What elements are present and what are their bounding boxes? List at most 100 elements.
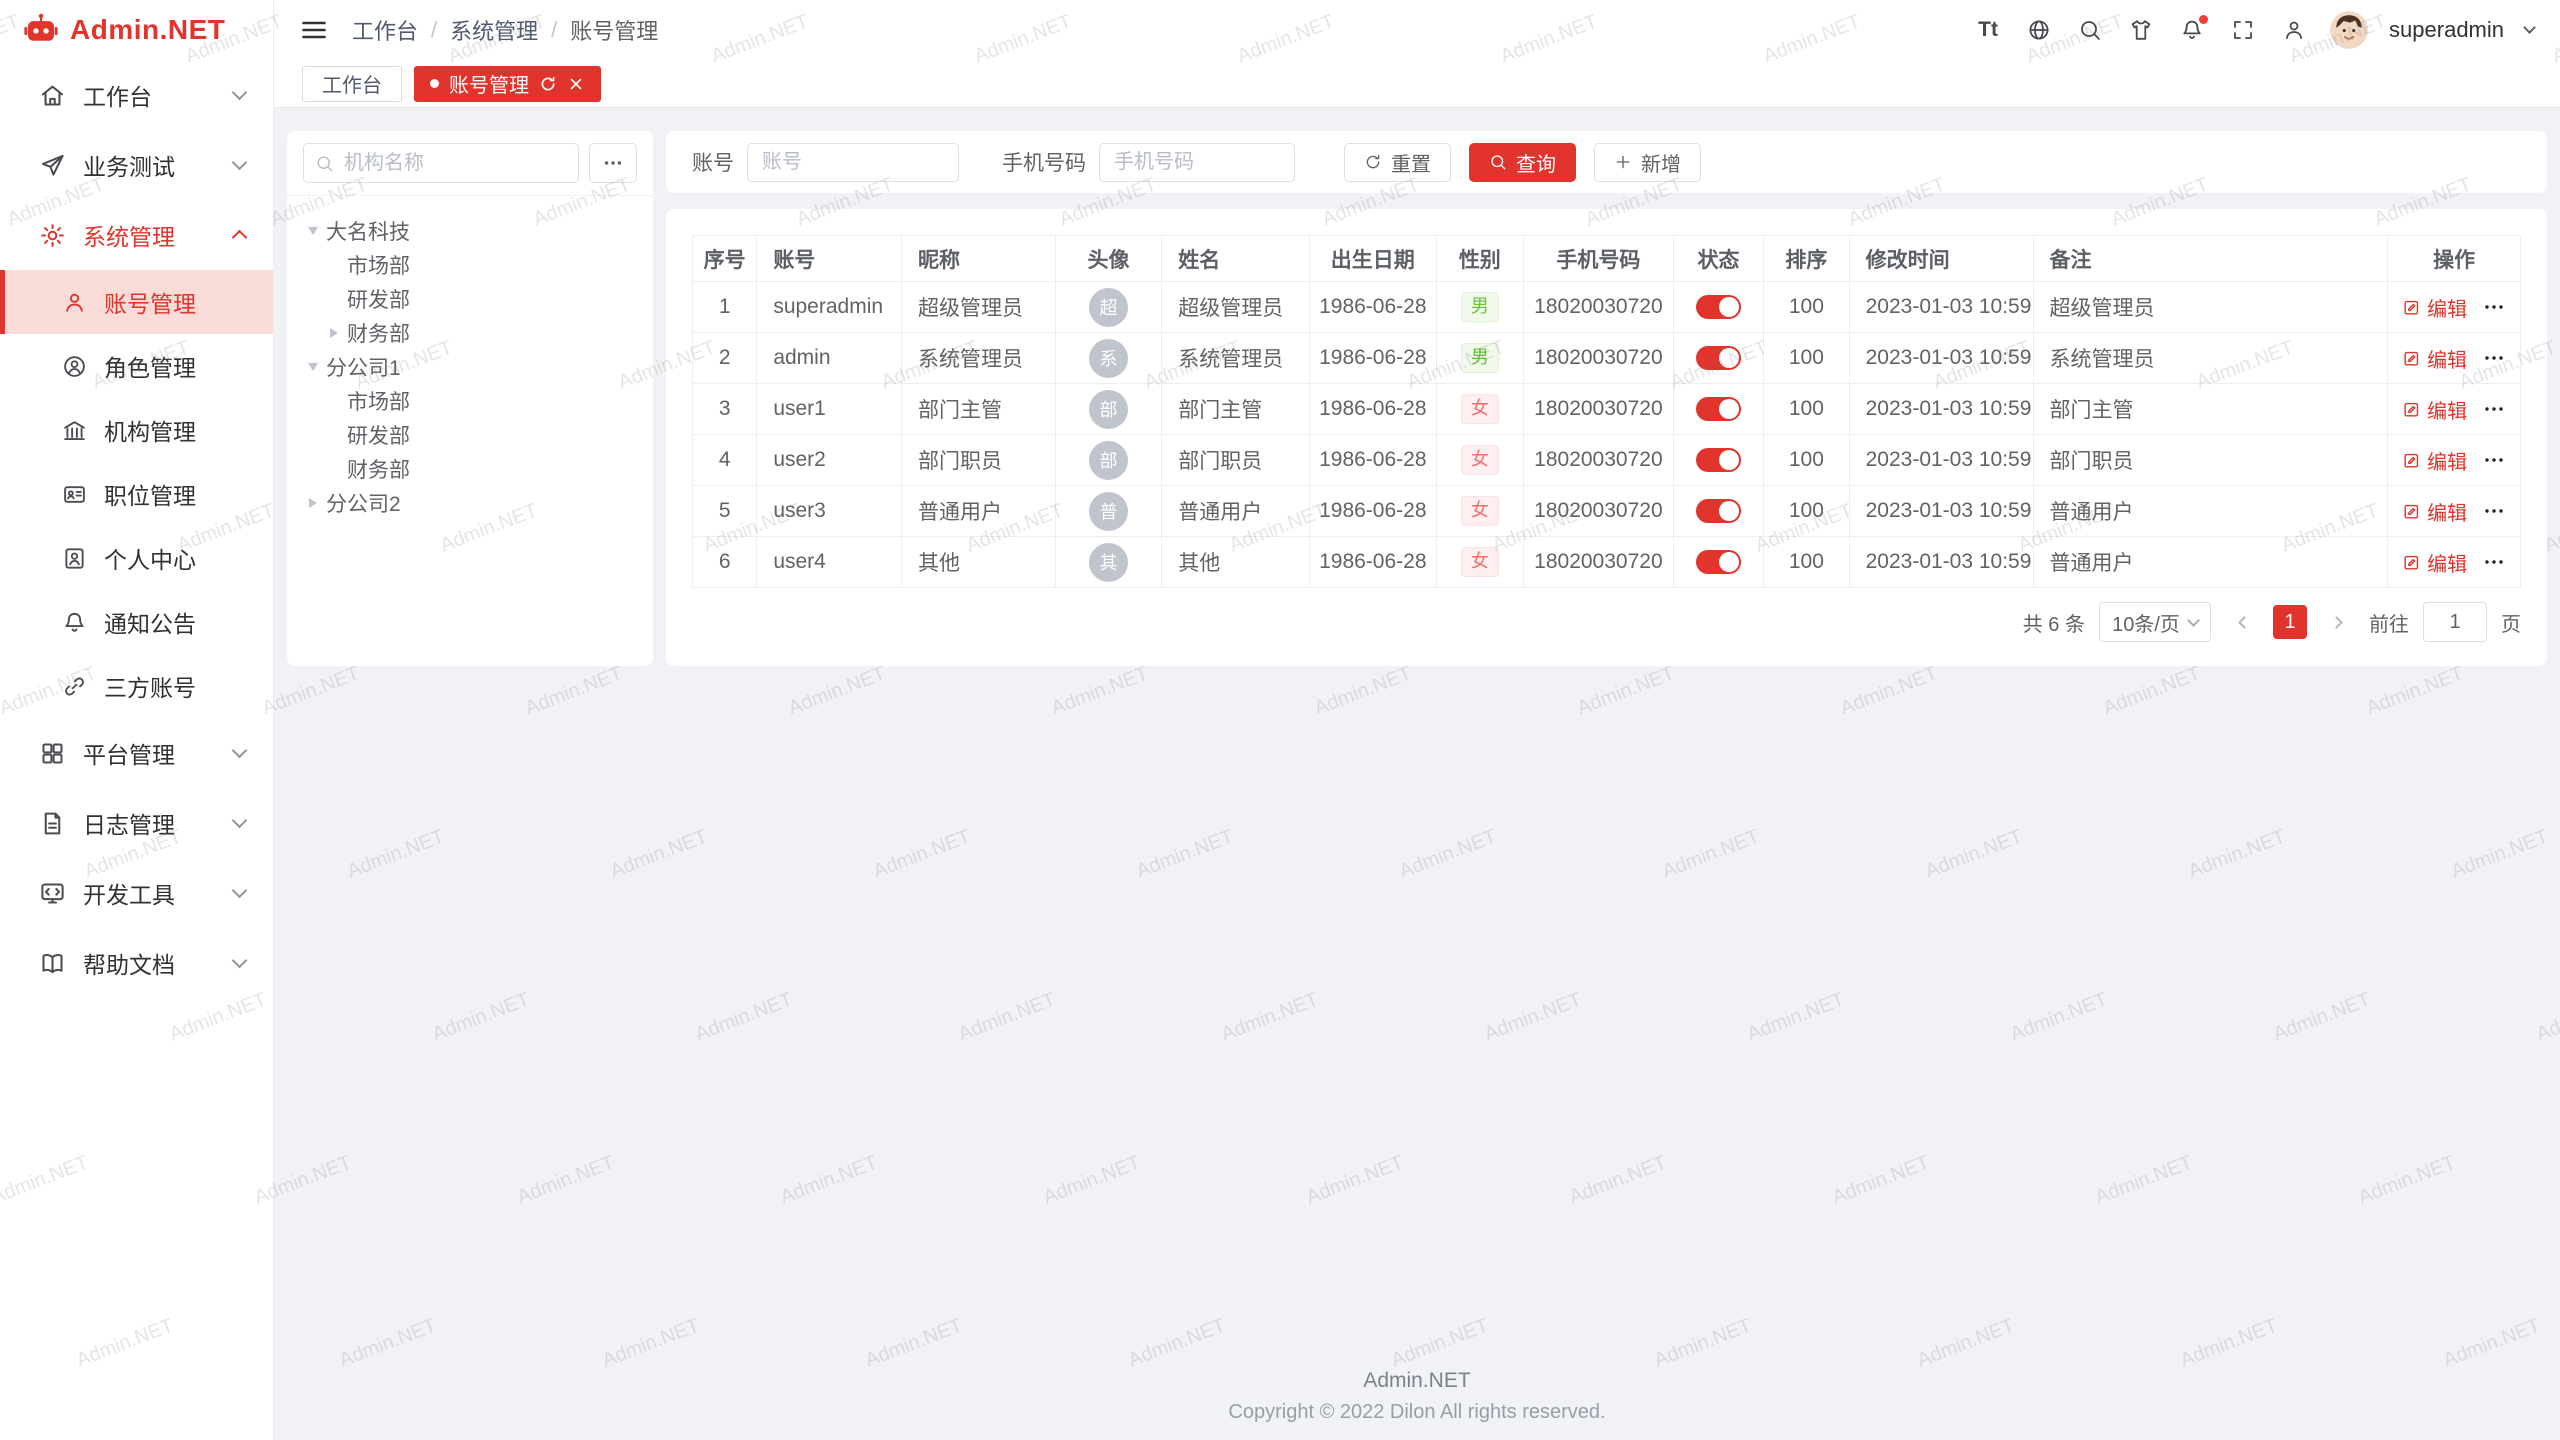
cell-phone: 18020030720 — [1524, 435, 1674, 486]
cell-birth: 1986-06-28 — [1310, 282, 1437, 333]
cell-remark: 普通用户 — [2033, 537, 2388, 588]
caret-collapsed-icon[interactable] — [309, 498, 317, 508]
cell-remark: 超级管理员 — [2033, 282, 2388, 333]
status-toggle[interactable] — [1696, 550, 1741, 574]
sidebar-item-profile-center[interactable]: 个人中心 — [0, 526, 273, 590]
sidebar-item-third-party-account[interactable]: 三方账号 — [0, 654, 273, 718]
edit-button[interactable]: 编辑 — [2402, 293, 2467, 322]
username[interactable]: superadmin — [2389, 17, 2504, 43]
search-icon[interactable] — [2075, 14, 2105, 46]
page-number-current[interactable]: 1 — [2273, 605, 2307, 639]
edit-button[interactable]: 编辑 — [2402, 344, 2467, 373]
cell-modified: 2023-01-03 10:59:44 — [1849, 384, 2033, 435]
tab-workbench[interactable]: 工作台 — [302, 66, 402, 102]
edit-button[interactable]: 编辑 — [2402, 446, 2467, 475]
reset-button[interactable]: 重置 — [1344, 143, 1451, 182]
sidebar-item-workbench[interactable]: 工作台 — [0, 60, 273, 130]
status-toggle[interactable] — [1696, 448, 1741, 472]
cell-gender: 女 — [1436, 384, 1523, 435]
pagination-total: 共 6 条 — [2023, 608, 2085, 637]
sidebar-menu: 工作台 业务测试 系统管理 账号管理 角色管理 — [0, 60, 273, 1440]
edit-icon — [2402, 451, 2421, 470]
logo[interactable]: Admin.NET — [0, 0, 273, 60]
tree-node-market[interactable]: 市场部 — [295, 384, 645, 418]
caret-expanded-icon[interactable] — [308, 227, 318, 235]
more-actions-button[interactable] — [2482, 499, 2506, 523]
status-toggle[interactable] — [1696, 295, 1741, 319]
cell-phone: 18020030720 — [1524, 537, 1674, 588]
tree-node-market[interactable]: 市场部 — [295, 248, 645, 282]
cell-nickname: 其他 — [902, 537, 1056, 588]
hamburger-menu-icon[interactable] — [300, 16, 328, 44]
user-icon[interactable] — [2279, 14, 2309, 46]
prev-page-button[interactable] — [2225, 605, 2259, 639]
cell-account: admin — [757, 333, 902, 384]
col-account: 账号 — [757, 236, 902, 282]
more-actions-button[interactable] — [2482, 448, 2506, 472]
org-search-input[interactable] — [303, 143, 579, 183]
sidebar-item-account-mgmt[interactable]: 账号管理 — [0, 270, 273, 334]
page-size-select[interactable]: 10条/页 — [2099, 602, 2211, 642]
chevron-down-icon[interactable] — [2523, 21, 2536, 34]
breadcrumb-current: 账号管理 — [570, 14, 658, 46]
accounts-table: 序号 账号 昵称 头像 姓名 出生日期 性别 手机号码 状态 排序 修改时间 — [692, 235, 2521, 588]
search-button[interactable]: 查询 — [1469, 143, 1576, 182]
sidebar-item-platform-mgmt[interactable]: 平台管理 — [0, 718, 273, 788]
sidebar-item-dev-tools[interactable]: 开发工具 — [0, 858, 273, 928]
avatar[interactable] — [2330, 11, 2368, 49]
edit-button[interactable]: 编辑 — [2402, 497, 2467, 526]
sidebar-item-business-test[interactable]: 业务测试 — [0, 130, 273, 200]
font-size-icon[interactable]: Tt — [1973, 14, 2003, 46]
status-toggle[interactable] — [1696, 346, 1741, 370]
more-actions-button[interactable] — [2482, 550, 2506, 574]
more-actions-button[interactable] — [2482, 346, 2506, 370]
tab-account-mgmt[interactable]: 账号管理 — [414, 66, 601, 102]
tree-more-button[interactable] — [589, 143, 637, 183]
more-actions-button[interactable] — [2482, 397, 2506, 421]
sidebar-item-position-mgmt[interactable]: 职位管理 — [0, 462, 273, 526]
tree-node-finance[interactable]: 财务部 — [295, 316, 645, 350]
col-avatar: 头像 — [1055, 236, 1162, 282]
tree-node-daming[interactable]: 大名科技 — [295, 214, 645, 248]
sidebar-item-org-mgmt[interactable]: 机构管理 — [0, 398, 273, 462]
gender-badge: 男 — [1461, 343, 1499, 373]
cell-index: 3 — [693, 384, 757, 435]
bell-icon[interactable] — [2177, 14, 2207, 46]
theme-shirt-icon[interactable] — [2126, 14, 2156, 46]
edit-button[interactable]: 编辑 — [2402, 395, 2467, 424]
more-actions-button[interactable] — [2482, 295, 2506, 319]
fullscreen-icon[interactable] — [2228, 14, 2258, 46]
phone-input[interactable] — [1099, 143, 1295, 182]
account-input[interactable] — [747, 143, 959, 182]
add-button[interactable]: 新增 — [1594, 143, 1701, 182]
next-page-button[interactable] — [2321, 605, 2355, 639]
status-toggle[interactable] — [1696, 397, 1741, 421]
tree-node-rd[interactable]: 研发部 — [295, 282, 645, 316]
cell-actions: 编辑 — [2388, 486, 2521, 537]
chevron-down-icon — [232, 953, 248, 969]
tree-node-branch2[interactable]: 分公司2 — [295, 486, 645, 520]
tree-node-branch1[interactable]: 分公司1 — [295, 350, 645, 384]
refresh-icon[interactable] — [539, 75, 557, 93]
close-icon[interactable] — [567, 75, 585, 93]
cell-avatar: 超 — [1055, 282, 1162, 333]
caret-expanded-icon[interactable] — [308, 363, 318, 371]
sidebar-item-notice[interactable]: 通知公告 — [0, 590, 273, 654]
sidebar-item-help-docs[interactable]: 帮助文档 — [0, 928, 273, 998]
toggle-knob — [1719, 450, 1739, 470]
edit-button[interactable]: 编辑 — [2402, 548, 2467, 577]
sidebar-item-system-mgmt[interactable]: 系统管理 — [0, 200, 273, 270]
caret-collapsed-icon[interactable] — [330, 328, 338, 338]
tree-node-rd[interactable]: 研发部 — [295, 418, 645, 452]
breadcrumb-workbench[interactable]: 工作台 — [352, 14, 418, 46]
globe-icon[interactable] — [2024, 14, 2054, 46]
col-birth: 出生日期 — [1310, 236, 1437, 282]
goto-page-input[interactable] — [2423, 602, 2487, 642]
code-screen-icon — [39, 880, 66, 907]
status-toggle[interactable] — [1696, 499, 1741, 523]
sidebar-item-log-mgmt[interactable]: 日志管理 — [0, 788, 273, 858]
breadcrumb-system-mgmt[interactable]: 系统管理 — [450, 14, 538, 46]
sidebar-item-role-mgmt[interactable]: 角色管理 — [0, 334, 273, 398]
caret-placeholder — [330, 430, 338, 440]
tree-node-finance[interactable]: 财务部 — [295, 452, 645, 486]
